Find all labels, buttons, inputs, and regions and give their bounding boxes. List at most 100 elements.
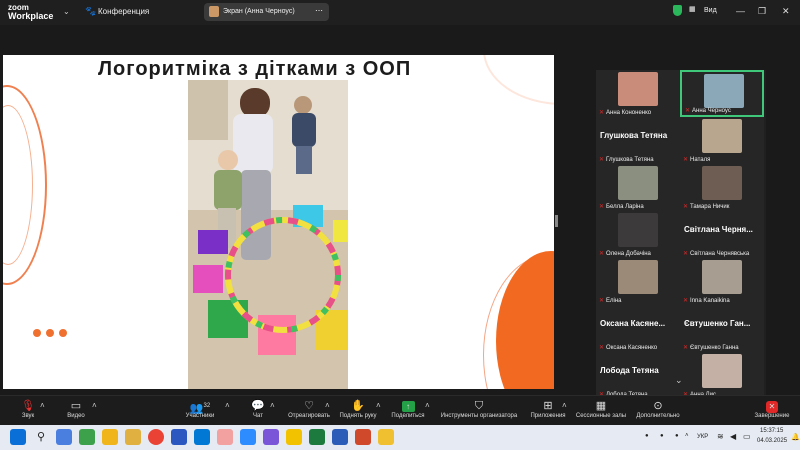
audio-label: Звук — [21, 413, 35, 419]
video-label: Видео — [67, 413, 85, 419]
breakout-rooms-button[interactable]: ▦ Сессионные залы — [574, 399, 628, 419]
participant-tile[interactable]: ✕ Олена Добачіна — [596, 211, 680, 258]
participant-tile[interactable]: ✕ Еліна — [596, 258, 680, 305]
mic-muted-icon: ✕ — [683, 345, 689, 351]
speaker-icon[interactable]: ◀ — [730, 432, 736, 441]
participant-tile[interactable]: ✕ Inna Kanaikina — [680, 258, 764, 305]
participant-name: Белла Ларіна — [606, 204, 644, 210]
notifications-icon[interactable]: 🔔 — [791, 433, 800, 441]
raise-hand-button[interactable]: ✋ Поднять руку — [336, 399, 380, 419]
tray-icon[interactable]: ● — [645, 433, 649, 439]
participant-tile[interactable]: ✕ Анна Кононенко — [596, 70, 680, 117]
shield-icon: ⛉ — [474, 400, 484, 412]
participant-tile[interactable]: ✕ Белла Ларіна — [596, 164, 680, 211]
participant-tile[interactable]: Оксана Касяне... ✕ Оксана Касяненко — [596, 305, 680, 352]
powerpoint-icon[interactable] — [355, 429, 371, 445]
zoom-icon[interactable] — [240, 429, 256, 445]
host-tools-button[interactable]: ⛉ Инструменты организатора — [438, 399, 520, 419]
copilot-icon[interactable] — [56, 429, 72, 445]
tray-icon[interactable]: ● — [660, 433, 664, 439]
minimize-icon[interactable]: — — [736, 6, 745, 16]
file-explorer-icon[interactable] — [102, 429, 118, 445]
participant-display-name: Світлана Черня... — [684, 225, 753, 234]
word-icon[interactable] — [332, 429, 348, 445]
mic-muted-icon: ✕ — [683, 157, 689, 163]
app-icon[interactable] — [171, 429, 187, 445]
language-indicator[interactable]: УКР — [697, 434, 708, 440]
more-label: Дополнительно — [636, 413, 680, 419]
react-options-icon[interactable]: ˄ — [325, 401, 330, 410]
close-icon[interactable]: ✕ — [782, 6, 790, 17]
app-icon[interactable] — [286, 429, 302, 445]
chat-button[interactable]: 💬 Чат — [246, 399, 270, 419]
logo-chevron-icon[interactable]: ⌄ — [63, 7, 70, 16]
participant-video — [618, 260, 658, 294]
mic-muted-icon: 🎙 — [21, 400, 35, 412]
chat-options-icon[interactable]: ˄ — [270, 401, 275, 410]
shared-slide: Логоритміка з дітками з ООП — [3, 55, 554, 389]
app-icon[interactable] — [378, 429, 394, 445]
excel-icon[interactable] — [309, 429, 325, 445]
app-icon[interactable] — [79, 429, 95, 445]
conference-label[interactable]: Конференция — [98, 7, 149, 16]
participants-count: 32 — [203, 403, 211, 409]
participant-tile[interactable]: Глушкова Тетяна ✕ Глушкова Тетяна — [596, 117, 680, 164]
participant-name: Світлана Чернявська — [690, 251, 750, 257]
meeting-toolbar: 🎙 Звук ˄ ▭ Видео ˄ 👥32 Участники ˄ 💬 Чат… — [0, 395, 800, 425]
participant-tile[interactable]: Світлана Черня... ✕ Світлана Чернявська — [680, 211, 764, 258]
participant-display-name: Євтушенко Ган... — [684, 319, 751, 328]
clock-date[interactable]: 04.03.2025 — [757, 438, 787, 444]
search-icon[interactable]: ⚲ — [33, 429, 49, 445]
audio-options-icon[interactable]: ˄ — [40, 401, 45, 410]
tray-icon[interactable]: ● — [675, 433, 679, 439]
gallery-scroll-down-icon[interactable]: ⌄ — [675, 375, 683, 386]
participants-button[interactable]: 👥32 Участники — [180, 399, 220, 419]
participant-tile[interactable]: Лобода Тетяна ✕Лобода Тетяна — [596, 352, 680, 399]
view-label[interactable]: Вид — [704, 7, 717, 14]
chat-icon: 💬 — [251, 400, 265, 412]
share-button[interactable]: ↑ Поделиться — [390, 399, 426, 419]
participant-tile[interactable]: ✕ Тамара Ничик — [680, 164, 764, 211]
shield-icon[interactable] — [673, 5, 682, 16]
end-meeting-button[interactable]: ✕ Завершение — [752, 399, 792, 419]
more-button[interactable]: ⊙ Дополнительно — [634, 399, 682, 419]
share-options-icon[interactable]: ˄ — [425, 401, 430, 410]
video-button[interactable]: ▭ Видео — [60, 399, 92, 419]
screen-share-indicator[interactable]: Экран (Анна Черноус) ⋯ — [204, 3, 329, 21]
windows-taskbar: ⚲ ● ● ● ˄ УКР ≋ ◀ ▭ 15:37:15 04.03.2025 … — [0, 425, 800, 450]
wifi-icon[interactable]: ≋ — [717, 432, 724, 441]
tray-overflow-icon[interactable]: ˄ — [685, 433, 689, 439]
outlook-icon[interactable] — [194, 429, 210, 445]
more-options-icon[interactable]: ⋯ — [315, 6, 323, 15]
battery-icon[interactable]: ▭ — [743, 432, 751, 441]
zoom-logo-bottom: Workplace — [8, 11, 54, 21]
apps-options-icon[interactable]: ˄ — [562, 401, 567, 410]
audio-button[interactable]: 🎙 Звук — [14, 399, 42, 419]
participant-name: Глушкова Тетяна — [606, 157, 654, 163]
participant-tile[interactable]: ✕ Наталя — [680, 117, 764, 164]
participant-tile[interactable]: ✕Анна Лис — [680, 352, 764, 399]
breakout-label: Сессионные залы — [575, 413, 627, 419]
splitter-handle[interactable] — [555, 215, 558, 227]
raise-hand-options-icon[interactable]: ˄ — [376, 401, 381, 410]
participant-tile-active[interactable]: ✕ Анна Черноус — [680, 70, 764, 117]
activity-photo — [188, 80, 348, 389]
participant-name: Анна Кононенко — [606, 110, 652, 116]
participant-video — [702, 166, 742, 200]
viber-icon[interactable] — [263, 429, 279, 445]
decor-dot — [59, 329, 67, 337]
clock-time[interactable]: 15:37:15 — [760, 428, 783, 434]
app-icon-active[interactable] — [217, 429, 233, 445]
participant-display-name: Лобода Тетяна — [600, 366, 659, 375]
restore-icon[interactable]: ❐ — [758, 6, 766, 17]
participant-tile[interactable]: Євтушенко Ган... ✕ Євтушенко Ганна — [680, 305, 764, 352]
participants-options-icon[interactable]: ˄ — [225, 401, 230, 410]
participant-video — [618, 72, 658, 106]
chrome-icon[interactable] — [148, 429, 164, 445]
video-options-icon[interactable]: ˄ — [92, 401, 97, 410]
app-icon[interactable] — [125, 429, 141, 445]
breakout-rooms-icon: ▦ — [595, 400, 607, 412]
mic-muted-icon: ✕ — [599, 157, 605, 163]
screen-share-label: Экран (Анна Черноус) — [223, 8, 295, 15]
start-icon[interactable] — [10, 429, 26, 445]
